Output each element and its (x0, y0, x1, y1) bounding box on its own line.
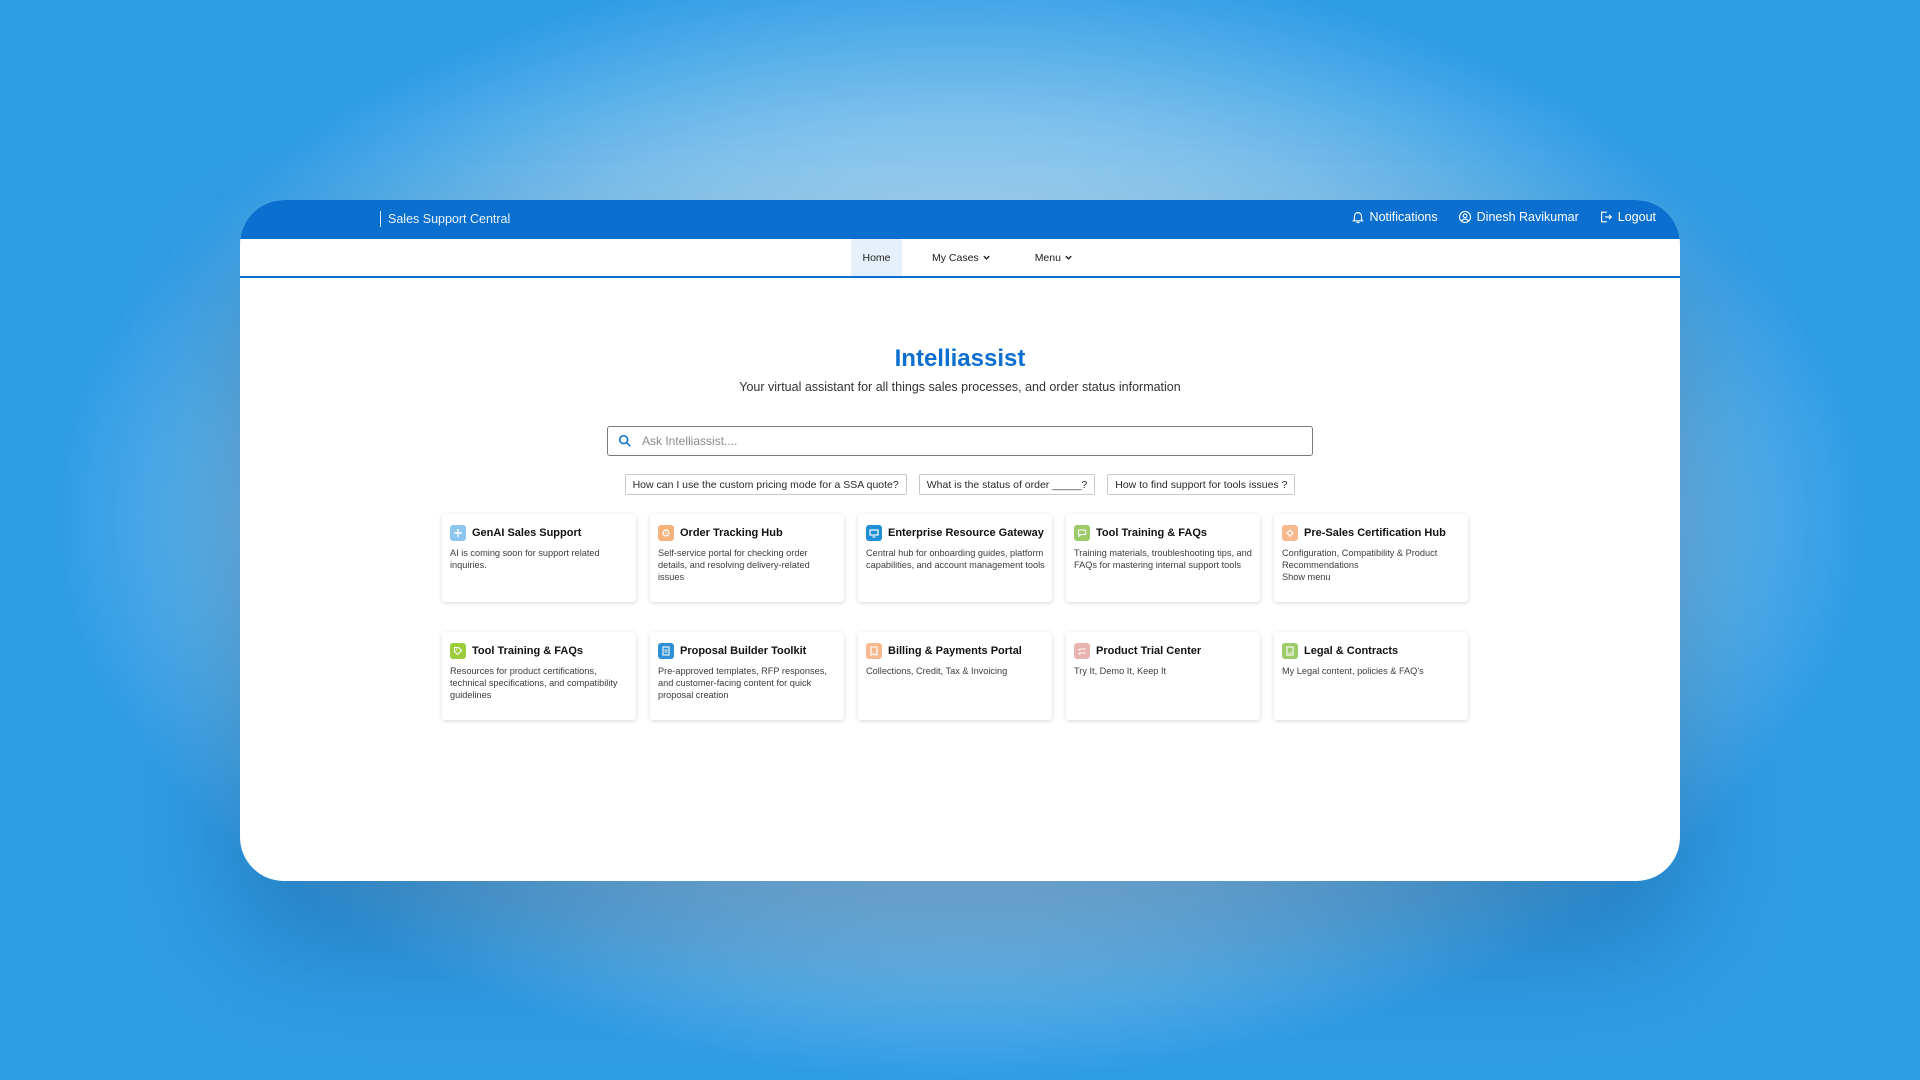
card-title: Proposal Builder Toolkit (680, 645, 807, 657)
card-header: Proposal Builder Toolkit (658, 643, 837, 659)
card-description: Configuration, Compatibility & Product R… (1282, 548, 1438, 582)
app-window: Sales Support Central Notifications Dine… (240, 200, 1680, 881)
card-grid: GenAI Sales Support AI is coming soon for… (442, 514, 1468, 720)
card-description: My Legal content, policies & FAQ's (1282, 666, 1424, 676)
card-description: AI is coming soon for support related in… (450, 548, 600, 570)
service-card[interactable]: Proposal Builder Toolkit Pre-approved tem… (650, 632, 844, 720)
search-box (607, 426, 1313, 456)
service-card[interactable]: Legal & Contracts My Legal content, polic… (1274, 632, 1468, 720)
top-bar: Sales Support Central Notifications Dine… (240, 200, 1680, 239)
checklist-icon (1074, 643, 1090, 659)
service-card[interactable]: Billing & Payments Portal Collections, Cr… (858, 632, 1052, 720)
chat-icon (1074, 525, 1090, 541)
nav-home[interactable]: Home (851, 239, 902, 276)
tracking-icon (658, 525, 674, 541)
page-subtitle: Your virtual assistant for all things sa… (739, 380, 1181, 394)
brand[interactable]: Sales Support Central (380, 211, 510, 227)
card-header: GenAI Sales Support (450, 525, 629, 541)
card-header: Legal & Contracts (1282, 643, 1461, 659)
brand-title: Sales Support Central (388, 212, 511, 226)
service-card[interactable]: GenAI Sales Support AI is coming soon for… (442, 514, 636, 602)
search-input[interactable] (642, 434, 1312, 448)
card-title: Legal & Contracts (1304, 645, 1399, 657)
logout-label: Logout (1617, 210, 1656, 224)
nav-my-cases[interactable]: My Cases (932, 239, 991, 276)
service-card[interactable]: Product Trial Center Try It, Demo It, Kee… (1066, 632, 1260, 720)
card-title: Pre-Sales Certification Hub (1304, 527, 1446, 539)
logout-link[interactable]: Logout (1599, 210, 1656, 224)
card-header: Enterprise Resource Gateway (866, 525, 1045, 541)
card-description: Resources for product certifications, te… (450, 666, 618, 700)
card-title: Tool Training & FAQs (472, 645, 584, 657)
nav-bar: Home My Cases Menu (240, 239, 1680, 278)
document-icon (658, 643, 674, 659)
service-card[interactable]: Order Tracking Hub Self-service portal fo… (650, 514, 844, 602)
nav-menu[interactable]: Menu (1035, 239, 1073, 276)
service-card[interactable]: Tool Training & FAQs Resources for produc… (442, 632, 636, 720)
service-card[interactable]: Tool Training & FAQs Training materials, … (1066, 514, 1260, 602)
suggestion-chip[interactable]: How to find support for tools issues ? (1107, 474, 1296, 495)
suggestion-chip[interactable]: What is the status of order _____? (918, 474, 1096, 495)
card-title: Enterprise Resource Gateway (888, 527, 1044, 539)
card-description: Central hub for onboarding guides, platf… (866, 548, 1045, 570)
card-description: Pre-approved templates, RFP responses, a… (658, 666, 827, 700)
card-title: Tool Training & FAQs (1096, 527, 1208, 539)
card-header: Order Tracking Hub (658, 525, 837, 541)
card-header: Tool Training & FAQs (1074, 525, 1253, 541)
user-profile-link[interactable]: Dinesh Ravikumar (1458, 210, 1579, 224)
nav-menu-label: Menu (1034, 251, 1061, 264)
card-header: Pre-Sales Certification Hub (1282, 525, 1461, 541)
card-description: Training materials, troubleshooting tips… (1074, 548, 1252, 570)
card-title: Product Trial Center (1096, 645, 1202, 657)
brand-divider (380, 211, 381, 227)
settings-icon (1282, 525, 1298, 541)
invoice-icon (866, 643, 882, 659)
notifications-link[interactable]: Notifications (1351, 210, 1438, 224)
card-header: Tool Training & FAQs (450, 643, 629, 659)
card-header: Product Trial Center (1074, 643, 1253, 659)
nav-my-cases-label: My Cases (932, 251, 979, 264)
search-icon (618, 434, 631, 447)
monitor-icon (866, 525, 882, 541)
service-card[interactable]: Enterprise Resource Gateway Central hub f… (858, 514, 1052, 602)
user-name: Dinesh Ravikumar (1476, 210, 1579, 224)
chevron-down-icon (982, 255, 990, 260)
card-title: Order Tracking Hub (680, 527, 783, 539)
sparkle-icon (450, 525, 466, 541)
user-circle-icon (1458, 210, 1471, 224)
card-description: Collections, Credit, Tax & Invoicing (866, 666, 1008, 676)
card-title: Billing & Payments Portal (888, 645, 1022, 657)
tag-icon (450, 643, 466, 659)
top-actions: Notifications Dinesh Ravikumar Logout (1351, 210, 1656, 224)
chevron-down-icon (1065, 255, 1072, 260)
card-header: Billing & Payments Portal (866, 643, 1045, 659)
suggestion-chips: How can I use the custom pricing mode fo… (240, 474, 1680, 495)
card-description: Self-service portal for checking order d… (658, 548, 810, 582)
bell-icon (1351, 212, 1364, 224)
logout-icon (1600, 211, 1612, 223)
nav-home-label: Home (862, 251, 891, 264)
notifications-label: Notifications (1369, 210, 1438, 224)
page-title: Intelliassist (894, 345, 1026, 372)
legal-icon (1282, 643, 1298, 659)
card-title: GenAI Sales Support (472, 527, 582, 539)
card-description: Try It, Demo It, Keep It (1074, 666, 1167, 676)
suggestion-chip[interactable]: How can I use the custom pricing mode fo… (624, 474, 907, 495)
service-card[interactable]: Pre-Sales Certification Hub Configuration… (1274, 514, 1468, 602)
